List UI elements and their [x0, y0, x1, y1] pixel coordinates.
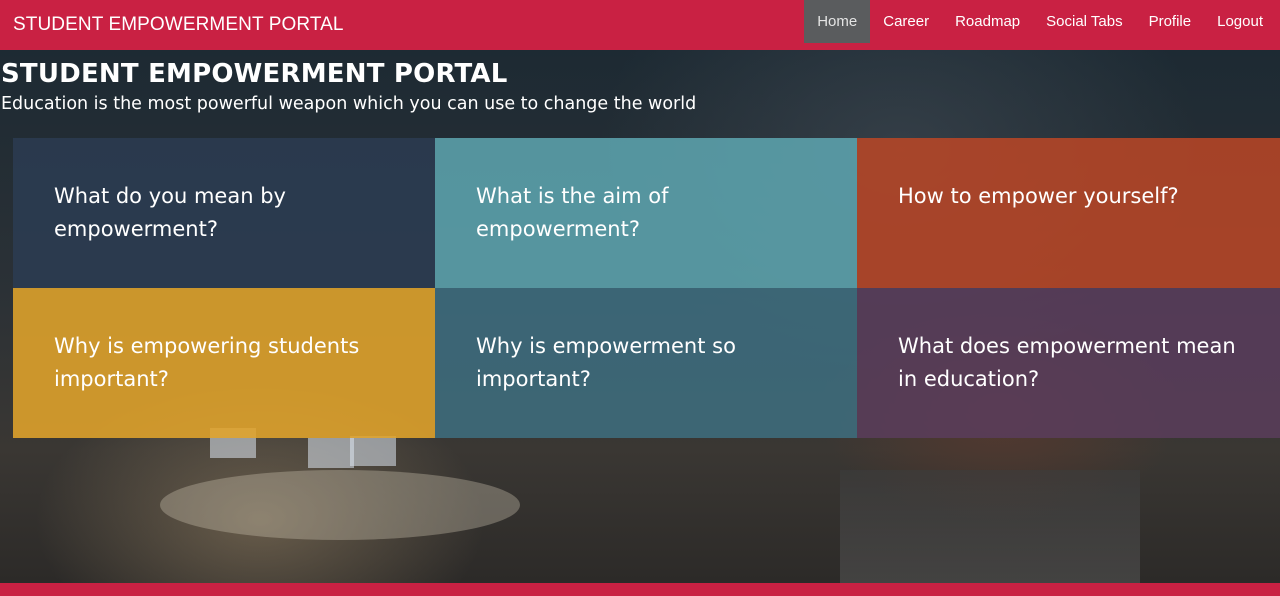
nav-career-link[interactable]: Career — [870, 0, 942, 43]
tile-empowerment-importance[interactable]: Why is empowerment so important? — [435, 288, 857, 438]
tile-label: How to empower yourself? — [898, 184, 1179, 208]
nav-home-link[interactable]: Home — [804, 0, 871, 43]
nav-roadmap-link[interactable]: Roadmap — [942, 0, 1033, 43]
tile-aim-of-empowerment[interactable]: What is the aim of empowerment? — [435, 138, 857, 288]
tile-label: What do you mean by empowerment? — [54, 184, 286, 241]
page-subtitle: Education is the most powerful weapon wh… — [1, 94, 697, 114]
tile-empower-yourself[interactable]: How to empower yourself? — [857, 138, 1280, 288]
tile-empowering-students-importance[interactable]: Why is empowering students important? — [13, 288, 435, 438]
tile-label: Why is empowering students important? — [54, 334, 360, 391]
bottom-bar — [0, 583, 1280, 596]
background-corridor — [840, 470, 1140, 583]
hero-section: STUDENT EMPOWERMENT PORTAL Education is … — [0, 50, 1280, 583]
background-laptop-screen — [308, 438, 354, 468]
nav-links: Home Career Roadmap Social Tabs Profile … — [804, 0, 1280, 50]
nav-social-tabs-link[interactable]: Social Tabs — [1033, 0, 1135, 43]
background-meeting-table — [160, 470, 520, 540]
nav-logout-link[interactable]: Logout — [1204, 0, 1276, 43]
tile-label: Why is empowerment so important? — [476, 334, 736, 391]
tile-empowerment-in-education[interactable]: What does empowerment mean in education? — [857, 288, 1280, 438]
tile-label: What is the aim of empowerment? — [476, 184, 669, 241]
top-navbar: STUDENT EMPOWERMENT PORTAL Home Career R… — [0, 0, 1280, 50]
brand-logo-text[interactable]: STUDENT EMPOWERMENT PORTAL — [0, 0, 344, 50]
background-laptop-screen — [350, 436, 396, 466]
page-title: STUDENT EMPOWERMENT PORTAL — [1, 59, 508, 89]
tile-meaning-of-empowerment[interactable]: What do you mean by empowerment? — [13, 138, 435, 288]
nav-profile-link[interactable]: Profile — [1136, 0, 1205, 43]
topic-tiles-grid: What do you mean by empowerment? What is… — [13, 138, 1280, 438]
tile-label: What does empowerment mean in education? — [898, 334, 1236, 391]
